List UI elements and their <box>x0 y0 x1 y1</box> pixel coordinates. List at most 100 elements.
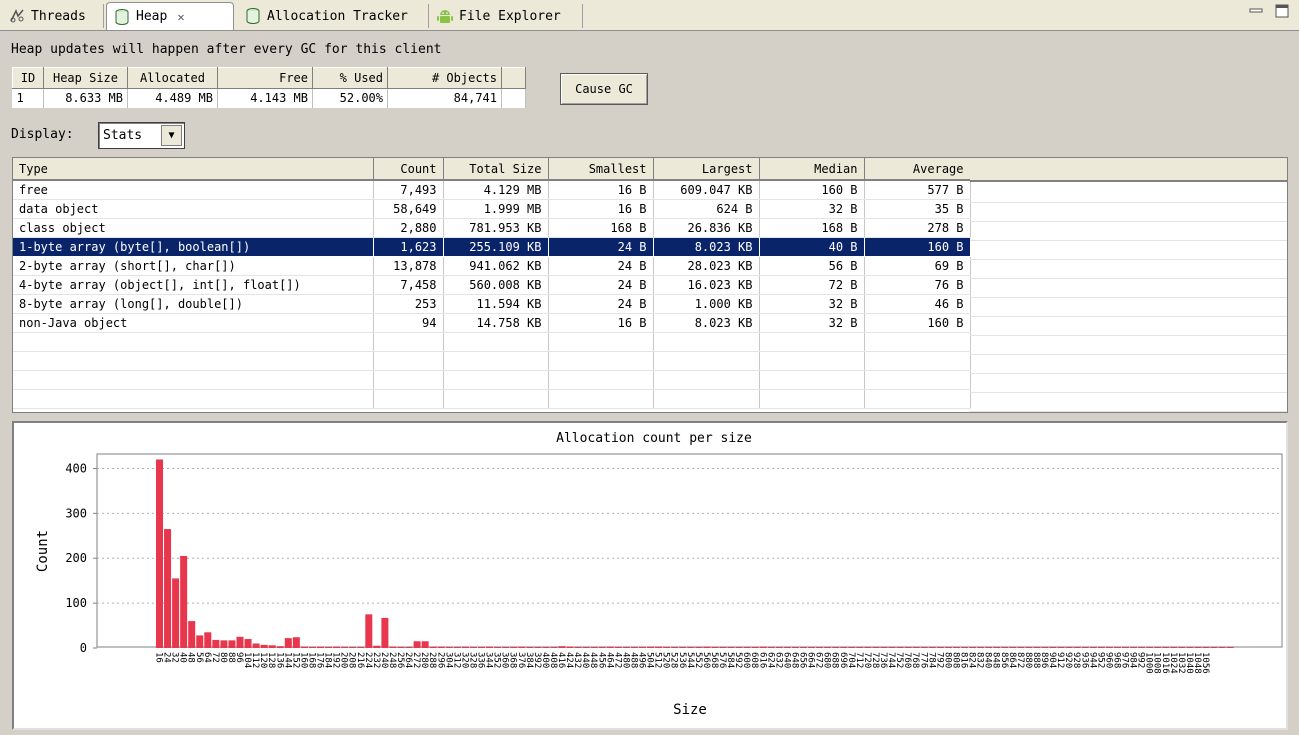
x-axis: 1624324048566472808896104112120128136144… <box>154 652 1211 674</box>
column-header[interactable]: Largest <box>653 158 760 181</box>
bar <box>985 647 993 648</box>
tab-file-explorer[interactable]: File Explorer <box>430 2 567 30</box>
y-tick-label: 400 <box>65 461 87 475</box>
y-axis: 0 100 200 300 400 <box>65 461 97 655</box>
column-header[interactable]: Total Size <box>443 158 549 181</box>
bar <box>1178 647 1186 648</box>
cell-empty <box>501 88 526 108</box>
cell-total-size: 14.758 KB <box>443 313 549 333</box>
cell-largest: 8.023 KB <box>653 313 760 333</box>
cause-gc-button[interactable]: Cause GC <box>560 73 648 105</box>
column-header[interactable]: Heap Size <box>43 67 128 89</box>
bar <box>598 647 606 648</box>
bar <box>204 632 212 648</box>
bar <box>1146 647 1154 648</box>
plot-area <box>96 453 1283 648</box>
allocation-chart: Allocation count per size 0100200300400 … <box>35 431 1283 718</box>
bar <box>695 647 703 648</box>
column-header[interactable]: Smallest <box>548 158 654 181</box>
column-header[interactable]: # Objects <box>387 67 502 89</box>
bar <box>1138 647 1146 648</box>
column-header[interactable]: Free <box>217 67 313 89</box>
display-select[interactable]: Stats ▼ <box>98 122 185 149</box>
y-tick-label: 100 <box>65 596 87 610</box>
bar <box>1170 647 1178 648</box>
bar <box>1218 647 1226 648</box>
column-header[interactable]: Type <box>13 158 374 181</box>
tab-allocation-tracker[interactable]: Allocation Tracker <box>238 2 414 30</box>
cell-allocated: 4.489 MB <box>127 88 218 108</box>
grid-line <box>970 354 1287 355</box>
bar <box>582 647 590 648</box>
bar <box>349 647 357 648</box>
bar <box>735 647 743 648</box>
bar <box>888 647 896 648</box>
x-axis-label: Size <box>673 702 707 718</box>
bar <box>1025 647 1033 648</box>
cell-largest: 609.047 KB <box>653 180 760 200</box>
table-row[interactable]: data object 58,649 1.999 MB 16 B 624 B 32 B 35… <box>13 199 971 219</box>
close-icon[interactable]: ✕ <box>177 10 184 24</box>
cell-largest: 1.000 KB <box>653 294 760 314</box>
cell-median: 160 B <box>759 180 865 200</box>
column-header[interactable]: % Used <box>312 67 388 89</box>
tab-threads[interactable]: Threads <box>2 2 92 30</box>
table-row[interactable]: free 7,493 4.129 MB 16 B 609.047 KB 160 B 577 … <box>13 180 971 200</box>
android-icon <box>436 7 454 25</box>
chevron-down-icon[interactable]: ▼ <box>161 125 182 146</box>
table-row-empty <box>13 351 971 371</box>
cell-smallest: 16 B <box>548 199 654 219</box>
table-row[interactable]: 4-byte array (object[], int[], float[]) 7… <box>13 275 971 295</box>
bar <box>236 636 244 648</box>
column-header[interactable]: Average <box>864 158 971 181</box>
cell-heap-size: 8.633 MB <box>43 88 128 108</box>
table-row[interactable]: non-Java object 94 14.758 KB 16 B 8.023 KB 32… <box>13 313 971 333</box>
column-header[interactable]: Allocated <box>127 67 218 89</box>
allocation-chart-panel: Allocation count per size 0 100 200 300 400 … <box>12 421 1288 730</box>
bar <box>526 647 534 648</box>
y-tick-label: 0 <box>80 641 87 655</box>
threads-icon <box>8 7 26 25</box>
cell-median: 32 B <box>759 313 865 333</box>
bar <box>727 647 735 648</box>
minimize-icon[interactable] <box>1249 4 1263 18</box>
bar <box>461 646 469 648</box>
cell-total-size: 781.953 KB <box>443 218 549 238</box>
bar <box>260 644 268 648</box>
chart-title: Allocation count per size <box>556 431 752 446</box>
bar <box>679 647 687 648</box>
grid-line <box>970 373 1287 374</box>
cell-smallest: 16 B <box>548 313 654 333</box>
bar <box>389 646 397 648</box>
cell-average: 76 B <box>864 275 971 295</box>
bar <box>1049 647 1057 648</box>
table-row[interactable]: 8-byte array (long[], double[]) 253 11.594… <box>13 294 971 314</box>
bar <box>856 647 864 648</box>
bar <box>848 647 856 648</box>
table-row[interactable]: 2-byte array (short[], char[]) 13,878 941.… <box>13 256 971 276</box>
column-header[interactable]: Count <box>373 158 444 181</box>
column-header[interactable]: Median <box>759 158 865 181</box>
table-row[interactable]: class object 2,880 781.953 KB 168 B 26.836 K… <box>13 218 971 238</box>
cell-total-size: 1.999 MB <box>443 199 549 219</box>
bar <box>977 647 985 648</box>
table-row[interactable]: 1 8.633 MB 4.489 MB 4.143 MB 52.00% 84,7… <box>12 88 526 108</box>
table-row-selected[interactable]: 1-byte array (byte[], boolean[]) 1,623 255… <box>13 236 971 257</box>
bar <box>630 647 638 648</box>
cell-object-count: 84,741 <box>387 88 502 108</box>
bar <box>373 645 381 648</box>
cell-smallest: 168 B <box>548 218 654 238</box>
cell-largest: 8.023 KB <box>653 236 760 257</box>
bar <box>783 647 791 648</box>
bar <box>1210 647 1218 648</box>
cell-average: 160 B <box>864 313 971 333</box>
grid-line <box>970 202 1287 203</box>
maximize-icon[interactable] <box>1275 4 1289 18</box>
tab-label: Threads <box>31 8 86 24</box>
column-header[interactable]: ID <box>12 67 44 89</box>
tab-label: File Explorer <box>459 8 561 24</box>
bar <box>1113 647 1121 648</box>
bar <box>639 647 646 648</box>
tab-heap[interactable]: Heap ✕ <box>106 2 234 30</box>
bar <box>872 647 880 648</box>
